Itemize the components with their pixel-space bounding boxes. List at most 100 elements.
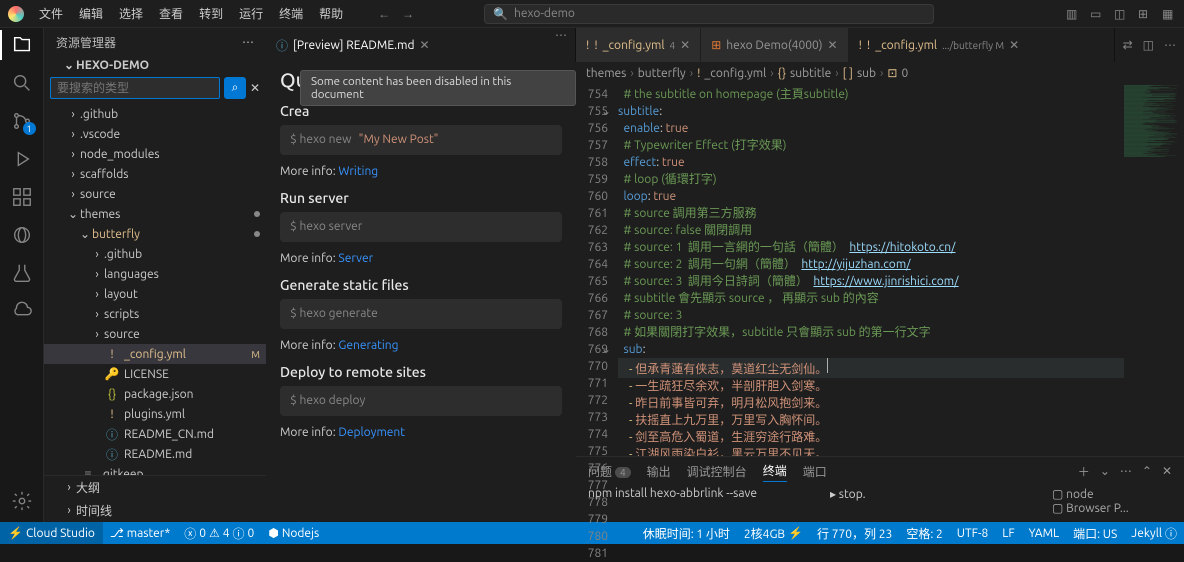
panel-tab-端口[interactable]: 端口 xyxy=(803,461,827,482)
search-icon[interactable] xyxy=(11,72,33,94)
close-icon[interactable]: ✕ xyxy=(420,38,430,52)
tab-hexo Demo(4000)[interactable]: ⊞hexo Demo(4000)✕ xyxy=(701,28,848,62)
tree-item-LICENSE[interactable]: 🔑LICENSE xyxy=(44,364,266,384)
more-icon[interactable]: ⋯ xyxy=(1164,38,1176,52)
tree-item-plugins.yml[interactable]: !plugins.yml xyxy=(44,404,266,424)
doc-link[interactable]: Writing xyxy=(338,165,378,178)
timeline-section[interactable]: ›时间线 xyxy=(44,499,266,522)
chevron-down-icon[interactable]: ⌄ xyxy=(1100,464,1110,478)
doc-link[interactable]: Generating xyxy=(338,339,398,352)
terminal-body[interactable]: npm install hexo-abbrlink --save ▸ stop.… xyxy=(576,485,1184,522)
cursor-pos[interactable]: 行 770，列 23 xyxy=(810,525,899,542)
tree-item-README.md[interactable]: ⓘREADME.md xyxy=(44,444,266,464)
test-icon[interactable] xyxy=(11,262,33,284)
more-icon[interactable]: ⋯ xyxy=(1120,464,1132,478)
sleep-indicator[interactable]: 休眠时间: 1 小时 xyxy=(636,525,737,542)
spaces-indicator[interactable]: 空格: 2 xyxy=(899,525,949,542)
node-indicator[interactable]: ⬢ Nodejs xyxy=(261,526,326,540)
tree-item-node_modules[interactable]: ›node_modules xyxy=(44,144,266,164)
menu-帮助[interactable]: 帮助 xyxy=(312,2,350,25)
menu-编辑[interactable]: 编辑 xyxy=(72,2,110,25)
doc-link[interactable]: Deployment xyxy=(338,426,405,439)
cloud-icon[interactable] xyxy=(11,300,33,322)
tree-item-_config.yml[interactable]: !_config.ymlM xyxy=(44,344,266,364)
command-center[interactable]: 🔍 hexo-demo xyxy=(484,4,934,24)
tree-item-.github[interactable]: ›.github xyxy=(44,244,266,264)
branch-indicator[interactable]: ⎇ master* xyxy=(103,526,177,540)
encoding-indicator[interactable]: UTF-8 xyxy=(950,527,995,540)
settings-icon[interactable] xyxy=(11,490,33,512)
tree-item-.gitkeep[interactable]: ≡.gitkeep xyxy=(44,464,266,475)
close-icon[interactable]: ✕ xyxy=(1009,38,1019,52)
tree-item-scaffolds[interactable]: ›scaffolds xyxy=(44,164,266,184)
code-content[interactable]: # the subtitle on homepage (主頁subtitle)s… xyxy=(618,84,1124,456)
lang-indicator[interactable]: YAML xyxy=(1022,527,1066,540)
cpu-indicator[interactable]: 2核4GB ⚡ xyxy=(737,525,810,542)
sidebar-icon[interactable]: ◫ xyxy=(1114,7,1128,21)
split-icon[interactable]: ◫ xyxy=(1143,38,1154,52)
close-icon[interactable]: ✕ xyxy=(1162,464,1172,478)
customize-icon[interactable]: ⊞ xyxy=(1138,7,1152,21)
menu-选择[interactable]: 选择 xyxy=(112,2,150,25)
menu-运行[interactable]: 运行 xyxy=(232,2,270,25)
nav-fwd[interactable]: → xyxy=(402,7,414,21)
debug-icon[interactable] xyxy=(11,148,33,170)
more-icon[interactable]: ⋯ xyxy=(547,28,575,62)
new-terminal-icon[interactable]: ＋ xyxy=(1078,463,1090,480)
panel-tab-调试控制台[interactable]: 调试控制台 xyxy=(687,461,747,482)
remote-indicator[interactable]: ⚡ Cloud Studio xyxy=(0,522,103,544)
tree-item-package.json[interactable]: {}package.json xyxy=(44,384,266,404)
tree-item-README_CN.md[interactable]: ⓘREADME_CN.md xyxy=(44,424,266,444)
crumb-sub[interactable]: sub xyxy=(857,67,876,80)
close-icon[interactable]: ✕ xyxy=(680,38,690,52)
eol-indicator[interactable]: LF xyxy=(995,527,1021,540)
outline-section[interactable]: ›大纲 xyxy=(44,476,266,499)
tree-item-themes[interactable]: ⌄themes xyxy=(44,204,266,224)
tree-item-source[interactable]: ›source xyxy=(44,184,266,204)
menu-文件[interactable]: 文件 xyxy=(32,2,70,25)
menu-终端[interactable]: 终端 xyxy=(272,2,310,25)
tree-item-.github[interactable]: ›.github xyxy=(44,104,266,124)
compare-icon[interactable]: ⇄ xyxy=(1123,38,1133,52)
close-icon[interactable]: ✕ xyxy=(828,38,838,52)
remote-icon[interactable] xyxy=(11,224,33,246)
panel-tab-终端[interactable]: 终端 xyxy=(763,460,787,482)
doc-link[interactable]: Server xyxy=(338,252,373,265)
tree-item-scripts[interactable]: ›scripts xyxy=(44,304,266,324)
tab-_config.yml[interactable]: !!_config.yml.../butterfly M✕ xyxy=(849,28,1031,62)
breadcrumbs[interactable]: themes ›butterfly ›! _config.yml ›{} sub… xyxy=(576,62,1184,84)
crumb-0[interactable]: 0 xyxy=(901,67,908,80)
panel-tab-输出[interactable]: 输出 xyxy=(647,461,671,482)
grid-icon[interactable]: ▦ xyxy=(1162,7,1176,21)
menu-转到[interactable]: 转到 xyxy=(192,2,230,25)
tree-item-layout[interactable]: ›layout xyxy=(44,284,266,304)
tree-item-butterfly[interactable]: ⌄butterfly xyxy=(44,224,266,244)
jekyll-indicator[interactable]: Jekyll ⓘ xyxy=(1124,525,1184,542)
port-indicator[interactable]: 端口: US xyxy=(1066,525,1124,542)
project-header[interactable]: ⌄HEXO-DEMO xyxy=(44,56,266,74)
tree-search-btn[interactable]: ⌕ xyxy=(224,77,246,99)
explorer-icon[interactable] xyxy=(11,34,33,56)
tab-[Preview] README.md[interactable]: ⓘ[Preview] README.md✕ xyxy=(266,28,441,62)
scm-icon[interactable]: 1 xyxy=(11,110,33,132)
minimap[interactable] xyxy=(1124,84,1184,456)
crumb-_config.yml[interactable]: _config.yml xyxy=(704,67,766,80)
crumb-subtitle[interactable]: subtitle xyxy=(790,67,831,80)
panel-icon[interactable]: ▭ xyxy=(1090,7,1104,21)
crumb-themes[interactable]: themes xyxy=(586,67,626,80)
tree-search-input[interactable] xyxy=(50,77,220,99)
problems-indicator[interactable]: ⓧ 0 ⚠ 4 ⓘ 0 xyxy=(177,525,261,542)
maximize-icon[interactable]: ⌃ xyxy=(1142,464,1152,478)
term-instance[interactable]: ▢ Browser P... xyxy=(1052,501,1172,515)
editor-body[interactable]: 754⌄755756757758759760761762763764765766… xyxy=(576,84,1184,456)
extensions-icon[interactable] xyxy=(11,186,33,208)
tab-_config.yml[interactable]: !!_config.yml4✕ xyxy=(576,28,701,62)
tree-item-.vscode[interactable]: ›.vscode xyxy=(44,124,266,144)
menu-查看[interactable]: 查看 xyxy=(152,2,190,25)
nav-back[interactable]: ← xyxy=(378,7,390,21)
term-instance[interactable]: ▢ node xyxy=(1052,487,1172,501)
tree-item-languages[interactable]: ›languages xyxy=(44,264,266,284)
crumb-butterfly[interactable]: butterfly xyxy=(638,67,686,80)
tree-item-source[interactable]: ›source xyxy=(44,324,266,344)
more-icon[interactable]: ⋯ xyxy=(242,35,254,49)
